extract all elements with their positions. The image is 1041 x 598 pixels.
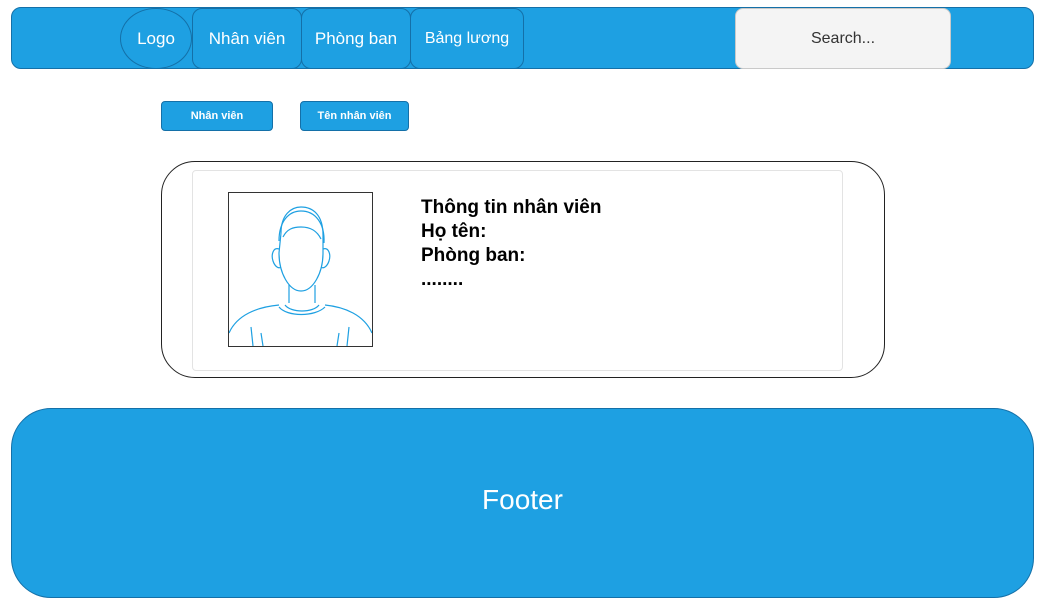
- logo[interactable]: Logo: [120, 8, 192, 69]
- footer: Footer: [11, 408, 1034, 598]
- footer-label: Footer: [482, 484, 563, 515]
- employee-info: Thông tin nhân viên Họ tên: Phòng ban: .…: [421, 196, 601, 292]
- employee-info-title: Thông tin nhân viên: [421, 197, 602, 218]
- employee-more-ellipsis: ........: [421, 269, 464, 290]
- search-input[interactable]: Search...: [735, 8, 951, 69]
- nav-item-phong-ban[interactable]: Phòng ban: [301, 8, 411, 69]
- employee-dept-label: Phòng ban:: [421, 245, 526, 266]
- breadcrumb-ten-nhan-vien-button[interactable]: Tên nhân viên: [300, 101, 409, 131]
- person-silhouette-icon: [228, 192, 373, 347]
- top-navbar: Logo Nhân viên Phòng ban Bảng lương Sear…: [11, 7, 1034, 69]
- nav-item-nhan-vien[interactable]: Nhân viên: [192, 8, 302, 69]
- breadcrumb-nhan-vien-button[interactable]: Nhân viên: [161, 101, 273, 131]
- nav-item-bang-luong[interactable]: Bảng lương: [410, 8, 524, 69]
- employee-name-label: Họ tên:: [421, 221, 487, 242]
